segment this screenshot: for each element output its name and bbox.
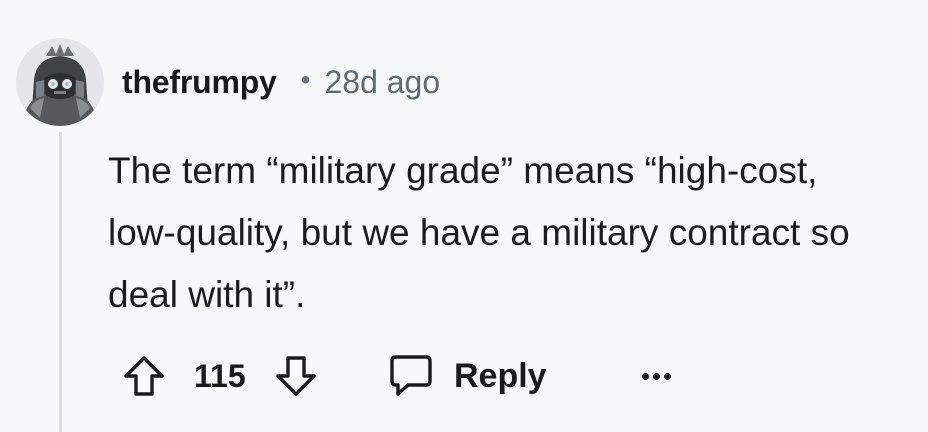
timestamp[interactable]: 28d ago [324,64,440,101]
comment-body: The term “military grade” means “high-co… [108,150,850,315]
downvote-button[interactable] [274,354,318,398]
ellipsis-icon [641,372,649,380]
username[interactable]: thefrumpy [122,64,277,101]
separator-dot: • [300,64,311,95]
ellipsis-icon [652,372,660,380]
ellipsis-icon [663,372,671,380]
more-options-button[interactable] [634,360,678,392]
comment-header: thefrumpy • 28d ago [122,58,440,106]
comment: thefrumpy • 28d ago The term “military g… [0,0,928,432]
upvote-button[interactable] [122,354,166,398]
avatar[interactable] [16,38,104,126]
arrow-up-icon [124,356,164,396]
comment-actions: 115 Reply [0,346,928,406]
arrow-down-icon [276,356,316,396]
speech-bubble-icon [390,355,432,396]
avatar-robot-icon [16,38,104,126]
reply-label: Reply [454,356,547,395]
reply-button[interactable]: Reply [388,350,547,402]
vote-score: 115 [194,358,246,394]
